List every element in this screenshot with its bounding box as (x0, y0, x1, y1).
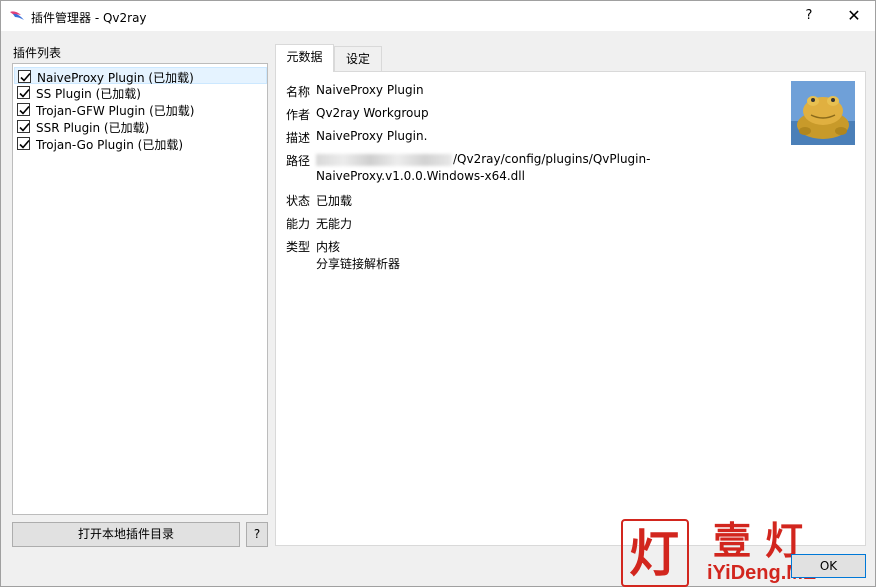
path-value-line1: /Qv2ray/config/plugins/QvPlugin- (316, 152, 650, 166)
name-value: NaiveProxy Plugin (316, 83, 424, 97)
author-label: 作者 (286, 108, 311, 122)
check-icon (19, 105, 30, 115)
plugin-checkbox[interactable] (17, 103, 30, 116)
window-title: 插件管理器 - Qv2ray (31, 11, 147, 25)
ok-button[interactable]: OK (791, 554, 866, 578)
name-label: 名称 (286, 85, 311, 99)
type-value-2: 分享链接解析器 (316, 257, 401, 271)
title-help-button[interactable]: ? (796, 4, 822, 28)
type-value-1: 内核 (316, 240, 341, 254)
type-label: 类型 (286, 240, 311, 254)
title-bar: 插件管理器 - Qv2ray ? ✕ (1, 1, 875, 31)
plugin-checkbox[interactable] (18, 70, 31, 83)
list-item[interactable]: NaiveProxy Plugin (已加载) (14, 67, 267, 85)
path-value-line2: NaiveProxy.v1.0.0.Windows-x64.dll (316, 169, 525, 183)
list-item[interactable]: SS Plugin (已加载) (14, 84, 267, 101)
check-icon (19, 122, 30, 132)
metadata-panel: 名称 NaiveProxy Plugin 作者 Qv2ray Workgroup… (275, 71, 866, 546)
description-value: NaiveProxy Plugin. (316, 129, 428, 143)
close-button[interactable]: ✕ (839, 4, 869, 28)
capability-label: 能力 (286, 217, 311, 231)
capability-value: 无能力 (316, 217, 353, 231)
tab-metadata[interactable]: 元数据 (275, 44, 334, 72)
check-icon (20, 72, 31, 82)
watermark-glyph: 灯 (629, 525, 679, 583)
plugin-list[interactable]: NaiveProxy Plugin (已加载) SS Plugin (已加载) … (12, 63, 268, 515)
author-value: Qv2ray Workgroup (316, 106, 429, 120)
plugin-checkbox[interactable] (17, 86, 30, 99)
plugin-checkbox[interactable] (17, 120, 30, 133)
list-item[interactable]: Trojan-GFW Plugin (已加载) (14, 101, 267, 118)
plugin-checkbox[interactable] (17, 137, 30, 150)
plugin-list-label: 插件列表 (13, 46, 62, 60)
plugin-help-button[interactable]: ? (246, 522, 268, 547)
check-icon (19, 88, 30, 98)
list-item[interactable]: Trojan-Go Plugin (已加载) (14, 135, 267, 152)
tab-settings[interactable]: 设定 (334, 46, 382, 72)
plugin-name: Trojan-GFW Plugin (已加载) (36, 104, 195, 118)
plugin-name: SS Plugin (已加载) (36, 87, 141, 101)
plugin-name: SSR Plugin (已加载) (36, 121, 150, 135)
qv2ray-app-icon (9, 9, 25, 23)
open-plugin-dir-button[interactable]: 打开本地插件目录 (12, 522, 240, 547)
state-label: 状态 (286, 194, 311, 208)
list-item[interactable]: SSR Plugin (已加载) (14, 118, 267, 135)
state-value: 已加载 (316, 194, 353, 208)
description-label: 描述 (286, 131, 311, 145)
plugin-name: Trojan-Go Plugin (已加载) (36, 138, 184, 152)
path-label: 路径 (286, 154, 311, 168)
redacted-path (316, 153, 452, 166)
check-icon (19, 139, 30, 149)
watermark-logo-box: 灯 (621, 519, 689, 587)
plugin-manager-window: 插件管理器 - Qv2ray ? ✕ 插件列表 NaiveProxy Plugi… (0, 0, 876, 587)
toad-plugin-icon (791, 81, 855, 145)
